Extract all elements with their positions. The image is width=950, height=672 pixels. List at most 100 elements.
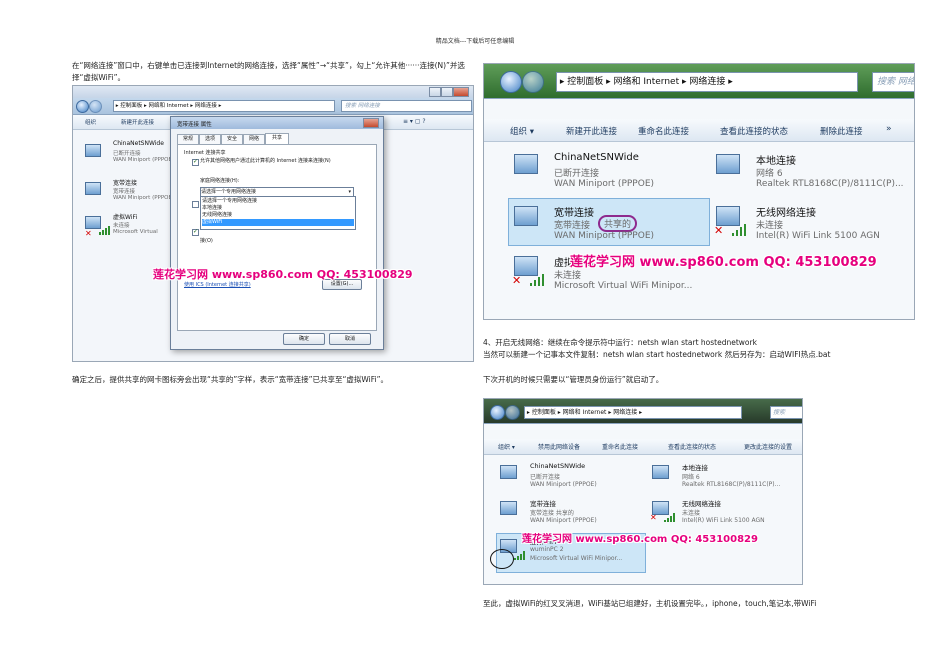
dialog-title-bar: 宽带连接 属性 — [171, 117, 383, 129]
breadcrumb[interactable]: ▸ 控制面板 ▸ 网络和 Internet ▸ 网络连接 ▸ — [556, 72, 858, 92]
command-toolbar: 组织 ▾ 禁用此网络设备 重命名此连接 查看此连接的状态 更改此连接的设置 — [484, 439, 802, 455]
connection-status: 网络 6 — [756, 169, 783, 179]
crumb-network-internet[interactable]: 网络和 Internet — [149, 103, 189, 109]
breadcrumb[interactable]: ▸ 控制面板 ▸ 网络和 Internet ▸ 网络连接 ▸ — [113, 100, 335, 112]
list-item[interactable]: ChinaNetSNWide 已断开连接 WAN Miniport (PPPOE… — [510, 148, 700, 190]
connection-device: WAN Miniport (PPPOE) — [113, 195, 175, 201]
paragraph-run-admin: 下次开机的时候只需要以“管理员身份运行”就启动了。 — [483, 375, 664, 384]
view-status-button[interactable]: 查看此连接的状态 — [720, 125, 788, 137]
network-adapter-icon — [500, 501, 517, 515]
ok-button[interactable]: 确定 — [283, 333, 325, 345]
dropdown-option[interactable]: 无线网络连接 — [202, 212, 354, 219]
back-icon[interactable] — [76, 100, 89, 113]
allow-sharing-checkbox[interactable]: ✓ — [192, 158, 199, 166]
home-network-dropdown-list[interactable]: 请选择一个专用网络连接 本地连接 无线网络连接 虚拟WiFi — [200, 196, 356, 230]
search-input[interactable]: 搜索 网络 — [872, 72, 914, 92]
view-options-icons[interactable]: ≡ ▾ ▢ ? — [403, 118, 426, 125]
rename-connection-button[interactable]: 重命名此连接 — [602, 442, 638, 451]
list-item[interactable]: ChinaNetSNWide 已断开连接 WAN Miniport (PPPOE… — [498, 461, 638, 491]
connection-name: ChinaNetSNWide — [113, 140, 164, 147]
tab-networking[interactable]: 网络 — [243, 134, 265, 144]
list-item[interactable]: 本地连接 网络 6 Realtek RTL8168C(P)/8111C(P)..… — [650, 461, 800, 491]
connection-name: ChinaNetSNWide — [530, 462, 586, 470]
connection-name: 无线网络连接 — [682, 500, 721, 508]
back-icon[interactable] — [490, 405, 505, 420]
dialog-close-button[interactable] — [363, 118, 379, 128]
cancel-button[interactable]: 取消 — [329, 333, 371, 345]
connection-status: 未连接 — [756, 221, 784, 231]
connection-name: 无线网络连接 — [756, 208, 816, 219]
signal-bars-icon — [732, 224, 746, 236]
paragraph-conclusion: 至此，虚拟WiFi的红叉叉消退，WiFi基站已组建好，主机设置完毕。，iphon… — [483, 599, 817, 608]
dropdown-option[interactable]: 请选择一个专用网络连接 — [202, 198, 354, 205]
disable-device-button[interactable]: 禁用此网络设备 — [538, 442, 580, 451]
connection-status: 网络 6 — [682, 474, 700, 481]
signal-bars-icon — [530, 274, 544, 286]
forward-icon[interactable] — [505, 405, 520, 420]
dropdown-option[interactable]: 本地连接 — [202, 205, 354, 212]
window-title-bar — [73, 86, 473, 98]
connection-status: 已断开连接 — [554, 169, 600, 179]
crumb-network-internet[interactable]: 网络和 Internet — [563, 409, 607, 416]
screenshot-network-connections-shared: ▸ 控制面板 ▸ 网络和 Internet ▸ 网络连接 ▸ 搜索 网络 组织 … — [483, 63, 915, 320]
organize-button[interactable]: 组织 ▾ — [498, 442, 515, 451]
network-adapter-icon — [500, 465, 517, 479]
search-input[interactable]: 搜索 网络连接 — [341, 100, 472, 112]
connection-device: Microsoft Virtual — [113, 229, 158, 235]
list-item[interactable]: ✕ 无线网络连接 未连接 Intel(R) WiFi Link 5100 AGN — [650, 497, 800, 527]
properties-dialog: 宽带连接 属性 常规 选项 安全 网络 共享 Internet 连接共享 ✓ 允… — [170, 116, 384, 350]
tab-options[interactable]: 选项 — [199, 134, 221, 144]
change-settings-button[interactable]: 更改此连接的设置 — [744, 442, 792, 451]
screenshot-network-connections-final: ▸ 控制面板 ▸ 网络和 Internet ▸ 网络连接 ▸ 搜索 组织 ▾ 禁… — [483, 398, 803, 585]
list-item[interactable]: 本地连接 网络 6 Realtek RTL8168C(P)/8111C(P)..… — [712, 148, 907, 190]
search-input[interactable]: 搜索 — [770, 406, 802, 419]
crumb-network-connections[interactable]: 网络连接 — [613, 409, 637, 416]
allow-control-checkbox[interactable] — [192, 201, 199, 208]
more-commands-icon[interactable]: » — [886, 124, 892, 134]
crumb-control-panel[interactable]: 控制面板 — [120, 103, 142, 109]
list-item[interactable]: ✕ 无线网络连接 未连接 Intel(R) WiFi Link 5100 AGN — [712, 200, 907, 242]
connection-name: ChinaNetSNWide — [554, 152, 639, 163]
tab-sharing[interactable]: 共享 — [265, 133, 289, 144]
allow-other-checkbox[interactable]: ✓ — [192, 228, 199, 236]
list-item[interactable]: ✕ 虚拟WiFi 未连接 Microsoft Virtual — [83, 210, 173, 244]
crumb-control-panel[interactable]: 控制面板 — [532, 409, 556, 416]
view-status-button[interactable]: 查看此连接的状态 — [668, 442, 716, 451]
connection-device: WAN Miniport (PPPOE) — [554, 179, 655, 189]
connection-device: WAN Miniport (PPPOE) — [113, 157, 175, 163]
rename-connection-button[interactable]: 重命名此连接 — [638, 125, 689, 137]
forward-icon[interactable] — [522, 71, 544, 93]
connection-status: wuminPC 2 — [530, 546, 564, 553]
crumb-network-connections[interactable]: 网络连接 — [195, 103, 217, 109]
ethernet-adapter-icon — [652, 465, 669, 479]
crumb-network-internet[interactable]: 网络和 Internet — [614, 77, 680, 87]
connection-status: 已断开连接 — [530, 474, 561, 481]
tab-security[interactable]: 安全 — [221, 134, 243, 144]
list-item-selected[interactable]: 宽带连接 宽带连接 共享的 WAN Miniport (PPPOE) — [510, 200, 706, 242]
close-button[interactable] — [453, 87, 469, 97]
breadcrumb[interactable]: ▸ 控制面板 ▸ 网络和 Internet ▸ 网络连接 ▸ — [524, 406, 742, 419]
connection-status: 宽带连接 共享的 — [530, 510, 574, 517]
maximize-button[interactable] — [441, 87, 453, 97]
start-connection-button[interactable]: 新建开此连接 — [121, 118, 154, 126]
back-icon[interactable] — [500, 71, 522, 93]
watermark-text: 莲花学习网 www.sp860.com QQ: 453100829 — [153, 268, 413, 281]
list-item[interactable]: 宽带连接 宽带连接 共享的 WAN Miniport (PPPOE) — [498, 497, 638, 527]
tab-general[interactable]: 常规 — [177, 134, 199, 144]
connection-name: 宽带连接 — [530, 500, 556, 508]
connection-device: Microsoft Virtual WiFi Minipor... — [554, 281, 693, 291]
list-item[interactable]: 宽带连接 宽带连接 WAN Miniport (PPPOE) — [83, 176, 175, 210]
organize-button[interactable]: 组织 ▾ — [510, 125, 534, 137]
crumb-network-connections[interactable]: 网络连接 — [689, 77, 725, 87]
list-item[interactable]: ChinaNetSNWide 已断开连接 WAN Miniport (PPPOE… — [83, 138, 175, 172]
disconnected-x-icon: ✕ — [512, 274, 522, 287]
watermark-text: 莲花学习网 www.sp860.com QQ: 453100829 — [570, 255, 877, 270]
ics-help-link[interactable]: 使用 ICS (Internet 连接共享) — [184, 281, 251, 288]
delete-connection-button[interactable]: 删除此连接 — [820, 125, 863, 137]
start-connection-button[interactable]: 新建开此连接 — [566, 125, 617, 137]
dropdown-option-selected[interactable]: 虚拟WiFi — [202, 219, 354, 226]
minimize-button[interactable] — [429, 87, 441, 97]
crumb-control-panel[interactable]: 控制面板 — [567, 77, 603, 87]
forward-icon[interactable] — [89, 100, 102, 113]
organize-button[interactable]: 组织 — [85, 118, 96, 126]
